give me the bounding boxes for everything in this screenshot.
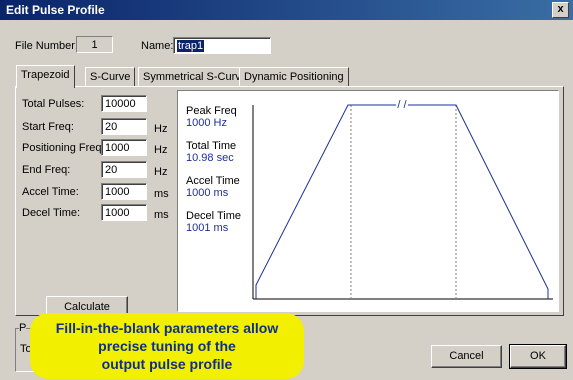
positioning-freq-input[interactable]: 1000 [101,139,147,156]
profile-graph: / / [252,99,553,300]
decel-time-info-label: Decel Time [186,210,242,222]
callout-annotation: Fill-in-the-blank parameters allow preci… [30,313,304,379]
accel-ramp-line [255,104,396,299]
decel-time-info-value: 1001 ms [186,222,229,234]
accel-time-info-label: Accel Time [186,175,240,187]
decel-time-label: Decel Time: [22,207,81,219]
start-freq-label: Start Freq: [22,121,74,133]
decel-time-input[interactable]: 1000 [101,204,147,221]
end-freq-input[interactable]: 20 [101,161,147,178]
callout-line-1: Fill-in-the-blank parameters allow [55,320,279,336]
callout-line-3: output pulse profile [101,356,233,372]
accel-time-info-value: 1000 ms [186,187,229,199]
tab-dynamic-positioning[interactable]: Dynamic Positioning [239,67,349,87]
total-time-value: 10.98 sec [186,152,234,164]
accel-time-label: Accel Time: [22,186,79,198]
total-pulses-input[interactable]: 10000 [101,95,147,112]
name-field[interactable]: trap1 [173,37,271,54]
peak-freq-value: 1000 Hz [186,117,227,129]
name-field-selected-text: trap1 [177,40,205,52]
cancel-button[interactable]: Cancel [431,345,502,368]
profile-panel: Peak Freq 1000 Hz Total Time 10.98 sec A… [177,90,559,312]
decel-ramp-line [408,104,549,299]
start-freq-unit: Hz [154,123,168,135]
file-number-value: 1 [76,36,113,53]
tab-symmetrical-s-curve[interactable]: Symmetrical S-Curve [138,67,252,87]
end-freq-label: End Freq: [22,164,71,176]
ok-button[interactable]: OK [509,344,567,369]
positioning-freq-label: Positioning Freq: [22,142,105,154]
accel-time-unit: ms [154,188,169,200]
accel-time-input[interactable]: 1000 [101,183,147,200]
decel-time-unit: ms [154,209,169,221]
title-bar: Edit Pulse Profile x [0,0,573,20]
peak-freq-label: Peak Freq [186,105,237,117]
graph-break-marker: / / [397,99,407,111]
name-label: Name: [141,40,174,52]
callout-line-2: precise tuning of the [98,338,236,354]
window-title: Edit Pulse Profile [6,3,105,17]
total-time-label: Total Time [186,140,237,152]
end-freq-unit: Hz [154,166,168,178]
file-number-label: File Number: [15,40,78,52]
start-freq-input[interactable]: 20 [101,118,147,135]
positioning-freq-unit: Hz [154,144,168,156]
tab-trapezoid[interactable]: Trapezoid [16,65,75,88]
output-groupbox-label: P [19,322,27,334]
total-pulses-label: Total Pulses: [22,98,85,110]
close-button[interactable]: x [552,2,569,18]
tab-s-curve[interactable]: S-Curve [85,67,136,87]
tab-strip: Trapezoid S-Curve Symmetrical S-Curve Dy… [15,65,562,88]
